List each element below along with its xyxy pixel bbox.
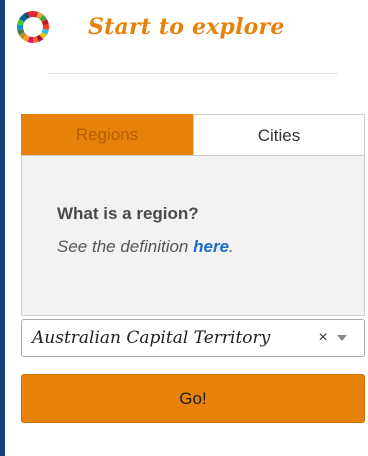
region-info-panel: What is a region? See the definition her… [21,155,365,316]
region-select[interactable]: Australian Capital Territory × [21,319,365,357]
tab-regions[interactable]: Regions [21,114,193,156]
definition-suffix: . [229,237,234,256]
chevron-down-icon[interactable] [332,335,352,341]
region-select-value: Australian Capital Territory [32,328,271,348]
page-title: Start to explore [88,14,285,40]
definition-link[interactable]: here [193,237,229,256]
sdg-wheel-icon [16,10,50,44]
region-definition-text: See the definition here. [57,237,234,257]
definition-prefix: See the definition [57,237,194,256]
clear-icon[interactable]: × [314,329,332,347]
left-border [0,0,5,456]
header-divider [48,73,338,74]
go-button[interactable]: Go! [21,374,365,423]
tab-bar: Regions Cities [21,114,365,156]
region-question-heading: What is a region? [57,204,199,223]
tab-cities[interactable]: Cities [193,114,365,156]
